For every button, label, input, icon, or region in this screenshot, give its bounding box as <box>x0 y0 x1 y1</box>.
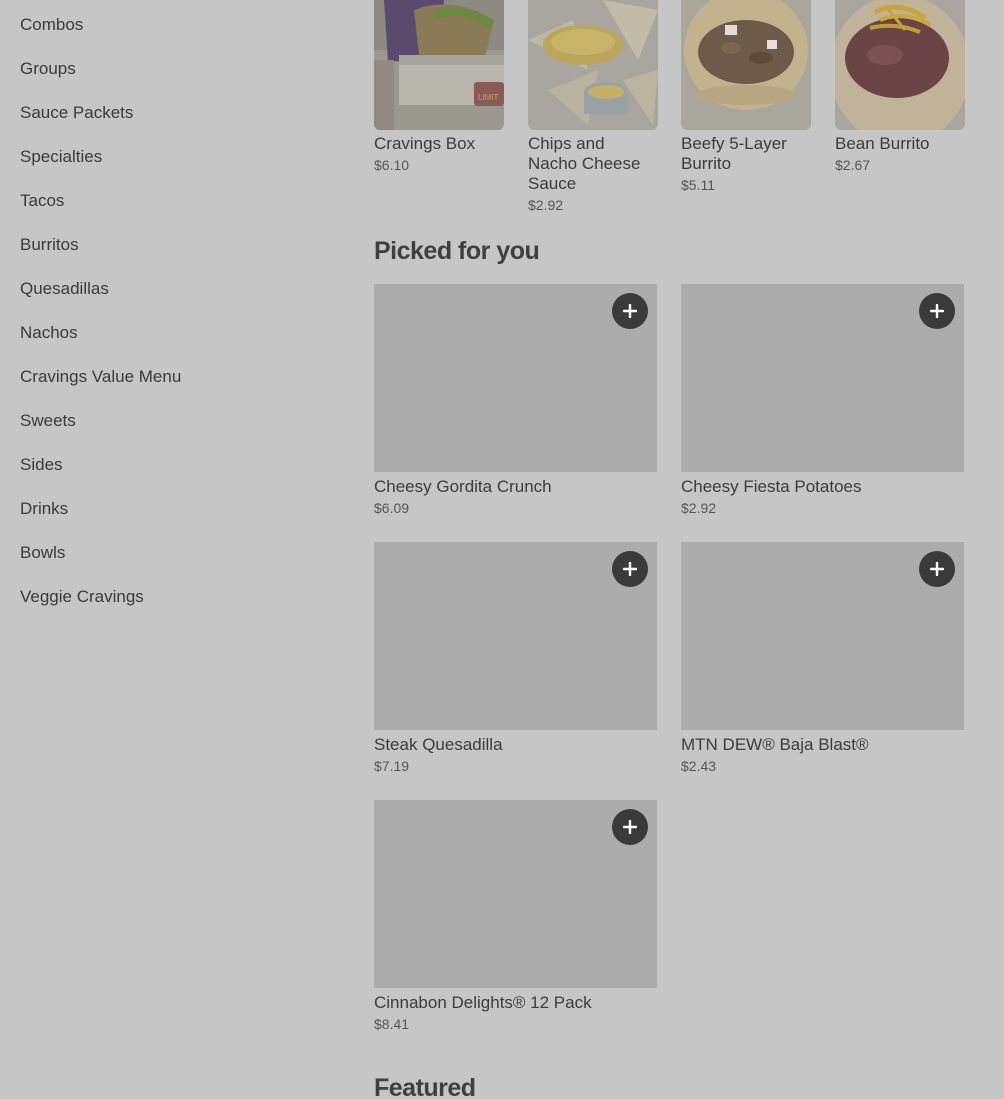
chips-nacho-image <box>528 0 658 130</box>
sidebar-item-nachos[interactable]: Nachos <box>20 323 78 343</box>
sidebar-item-sauce-packets[interactable]: Sauce Packets <box>20 103 133 123</box>
top-item-name: Beefy 5-Layer Burrito <box>681 134 787 173</box>
top-item-chips-nacho-cheese[interactable]: Chips and Nacho Cheese Sauce $2.92 <box>528 0 658 213</box>
add-to-cart-button[interactable] <box>919 293 955 329</box>
item-price: $8.41 <box>374 1016 410 1032</box>
item-image-placeholder <box>374 800 657 988</box>
item-image-placeholder <box>681 284 964 472</box>
top-item-beefy-5-layer-burrito[interactable]: Beefy 5-Layer Burrito $5.11 <box>681 0 811 193</box>
item-image-placeholder <box>374 542 657 730</box>
add-to-cart-button[interactable] <box>612 293 648 329</box>
top-item-name: Chips and Nacho Cheese Sauce <box>528 134 641 193</box>
top-item-name: Cravings Box <box>374 134 476 153</box>
menu-card-cheesy-fiesta-potatoes[interactable]: Cheesy Fiesta Potatoes $2.92 <box>681 284 964 516</box>
plus-icon <box>623 820 637 834</box>
item-price: $2.92 <box>681 500 717 516</box>
plus-icon <box>930 562 944 576</box>
sidebar-item-sweets[interactable]: Sweets <box>20 411 76 431</box>
item-name: Cinnabon Delights® 12 Pack <box>374 993 592 1012</box>
section-title-picked-for-you: Picked for you <box>374 237 540 265</box>
top-item-cravings-box[interactable]: LIMIT Cravings Box $6.10 <box>374 0 504 173</box>
item-name: Cheesy Gordita Crunch <box>374 477 552 496</box>
item-image-placeholder <box>374 284 657 472</box>
add-to-cart-button[interactable] <box>612 551 648 587</box>
bean-burrito-image <box>835 0 965 130</box>
sidebar-item-burritos[interactable]: Burritos <box>20 235 79 255</box>
sidebar-item-cravings-value-menu[interactable]: Cravings Value Menu <box>20 367 181 387</box>
top-item-price: $5.11 <box>681 177 715 193</box>
sidebar-item-specialties[interactable]: Specialties <box>20 147 102 167</box>
plus-icon <box>930 304 944 318</box>
sidebar-item-groups[interactable]: Groups <box>20 59 76 79</box>
menu-card-steak-quesadilla[interactable]: Steak Quesadilla $7.19 <box>374 542 657 774</box>
item-price: $6.09 <box>374 500 410 516</box>
add-to-cart-button[interactable] <box>919 551 955 587</box>
item-name: Steak Quesadilla <box>374 735 503 754</box>
top-item-price: $6.10 <box>374 157 410 173</box>
plus-icon <box>623 562 637 576</box>
menu-card-mtn-dew-baja-blast[interactable]: MTN DEW® Baja Blast® $2.43 <box>681 542 964 774</box>
menu-card-cinnabon-delights[interactable]: Cinnabon Delights® 12 Pack $8.41 <box>374 800 657 1032</box>
beefy-burrito-image <box>681 0 811 130</box>
sidebar-item-bowls[interactable]: Bowls <box>20 543 65 563</box>
sidebar-item-quesadillas[interactable]: Quesadillas <box>20 279 109 299</box>
item-name: MTN DEW® Baja Blast® <box>681 735 869 754</box>
add-to-cart-button[interactable] <box>612 809 648 845</box>
menu-main: LIMIT Cravings Box $6.10 Chips and Nacho… <box>374 0 974 1099</box>
sidebar-item-veggie-cravings[interactable]: Veggie Cravings <box>20 587 144 607</box>
menu-card-cheesy-gordita-crunch[interactable]: Cheesy Gordita Crunch $6.09 <box>374 284 657 516</box>
sidebar-item-sides[interactable]: Sides <box>20 455 63 475</box>
sidebar-item-drinks[interactable]: Drinks <box>20 499 68 519</box>
item-image-placeholder <box>681 542 964 730</box>
section-title-featured: Featured <box>374 1074 476 1099</box>
cravings-box-image: LIMIT <box>374 0 504 130</box>
top-item-price: $2.67 <box>835 157 871 173</box>
top-item-bean-burrito[interactable]: Bean Burrito $2.67 <box>835 0 965 173</box>
sidebar-item-tacos[interactable]: Tacos <box>20 191 64 211</box>
limited-badge-text: LIMIT <box>478 93 499 102</box>
item-price: $7.19 <box>374 758 410 774</box>
item-price: $2.43 <box>681 758 717 774</box>
plus-icon <box>623 304 637 318</box>
sidebar-item-combos[interactable]: Combos <box>20 15 83 35</box>
item-name: Cheesy Fiesta Potatoes <box>681 477 862 496</box>
top-item-price: $2.92 <box>528 197 564 213</box>
top-item-name: Bean Burrito <box>835 134 930 153</box>
